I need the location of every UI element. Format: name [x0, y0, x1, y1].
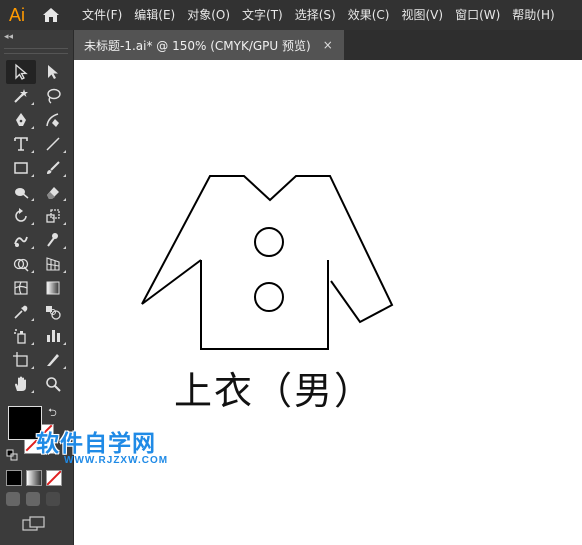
menu-effect[interactable]: 效果(C) [342, 0, 396, 30]
draw-normal-icon[interactable] [6, 492, 20, 506]
none-mode-icon[interactable] [46, 470, 62, 486]
shirt-drawing[interactable] [74, 60, 582, 545]
artboard-canvas[interactable]: 上衣（男） [74, 60, 582, 545]
type-tool[interactable] [6, 132, 36, 156]
paintbrush-tool[interactable] [38, 156, 68, 180]
selection-tool[interactable] [6, 60, 36, 84]
draw-inside-icon[interactable] [46, 492, 60, 506]
home-icon[interactable] [34, 0, 68, 30]
shirt-button-top [254, 227, 284, 257]
slice-tool[interactable] [38, 348, 68, 372]
shirt-button-bottom [254, 282, 284, 312]
collapse-panel-button[interactable]: ◂◂ [0, 30, 73, 44]
tool-grid [0, 60, 73, 396]
document-tab-title: 未标题-1.ai* @ 150% (CMYK/GPU 预览) [84, 38, 311, 53]
pen-tool[interactable] [6, 108, 36, 132]
watermark-title: 软件自学网 [36, 431, 156, 457]
close-tab-icon[interactable]: × [323, 38, 333, 52]
line-segment-tool[interactable] [38, 132, 68, 156]
menu-items: 文件(F) 编辑(E) 对象(O) 文字(T) 选择(S) 效果(C) 视图(V… [76, 0, 561, 30]
puppet-warp-tool[interactable] [38, 228, 68, 252]
menu-select[interactable]: 选择(S) [289, 0, 342, 30]
rotate-tool[interactable] [6, 204, 36, 228]
artwork-caption[interactable]: 上衣（男） [174, 360, 374, 415]
menu-bar: Ai 文件(F) 编辑(E) 对象(O) 文字(T) 选择(S) 效果(C) 视… [0, 0, 582, 30]
gradient-tool[interactable] [38, 276, 68, 300]
draw-behind-icon[interactable] [26, 492, 40, 506]
eyedropper-tool[interactable] [6, 300, 36, 324]
column-graph-tool[interactable] [38, 324, 68, 348]
perspective-grid-tool[interactable] [38, 252, 68, 276]
app-logo: Ai [8, 4, 25, 25]
shaper-tool[interactable] [6, 180, 36, 204]
shape-builder-tool[interactable] [6, 252, 36, 276]
blend-tool[interactable] [38, 300, 68, 324]
lasso-tool[interactable] [38, 84, 68, 108]
watermark-url: WWW.RJZXW.COM [64, 455, 169, 466]
menu-type[interactable]: 文字(T) [236, 0, 289, 30]
shirt-outline [141, 175, 394, 324]
gradient-mode-icon[interactable] [26, 470, 42, 486]
eraser-tool[interactable] [38, 180, 68, 204]
site-watermark: 软件自学网 WWW.RJZXW.COM [0, 424, 200, 472]
rectangle-tool[interactable] [6, 156, 36, 180]
menu-window[interactable]: 窗口(W) [449, 0, 506, 30]
document-tab-bar: 未标题-1.ai* @ 150% (CMYK/GPU 预览) × [74, 30, 582, 60]
scale-tool[interactable] [38, 204, 68, 228]
document-tab[interactable]: 未标题-1.ai* @ 150% (CMYK/GPU 预览) × [74, 30, 344, 60]
drawing-mode-row [6, 492, 60, 506]
color-mode-icon[interactable] [6, 470, 22, 486]
screen-mode-icon[interactable] [22, 516, 46, 532]
symbol-sprayer-tool[interactable] [6, 324, 36, 348]
direct-selection-tool[interactable] [38, 60, 68, 84]
swap-fill-stroke-icon[interactable]: ⮌ [48, 404, 62, 419]
hand-tool[interactable] [6, 372, 36, 396]
curvature-tool[interactable] [38, 108, 68, 132]
menu-help[interactable]: 帮助(H) [506, 0, 560, 30]
mesh-tool[interactable] [6, 276, 36, 300]
panel-grip[interactable] [4, 48, 68, 54]
menu-view[interactable]: 视图(V) [395, 0, 449, 30]
artboard-tool[interactable] [6, 348, 36, 372]
menu-edit[interactable]: 编辑(E) [128, 0, 181, 30]
magic-wand-tool[interactable] [6, 84, 36, 108]
zoom-tool[interactable] [38, 372, 68, 396]
warp-tool[interactable] [6, 228, 36, 252]
shirt-body [200, 260, 329, 350]
menu-object[interactable]: 对象(O) [181, 0, 236, 30]
color-mode-row [6, 470, 62, 486]
menu-file[interactable]: 文件(F) [76, 0, 128, 30]
